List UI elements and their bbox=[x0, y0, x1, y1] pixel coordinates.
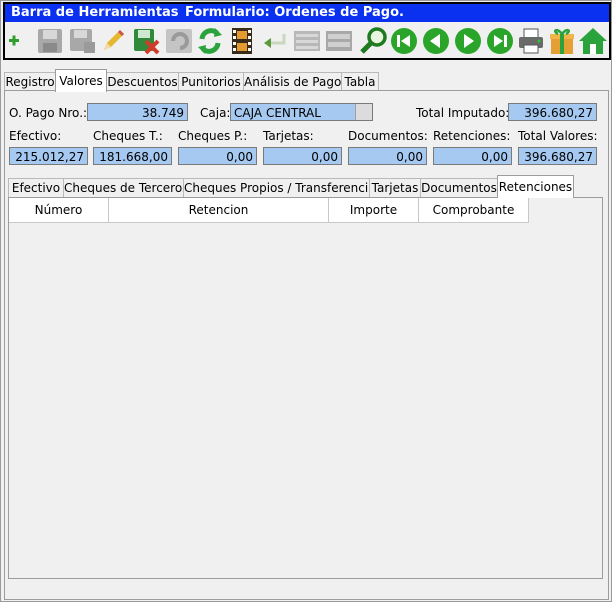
toolbar-title-bar: Barra de Herramientas Formulario: Ordene… bbox=[5, 4, 609, 22]
column-header-numero[interactable]: Número bbox=[9, 198, 109, 223]
return-icon[interactable] bbox=[260, 26, 290, 56]
total-imputado-label: Total Imputado: bbox=[416, 106, 510, 120]
toolbar-window: Barra de Herramientas Formulario: Ordene… bbox=[3, 2, 611, 60]
refresh-icon[interactable] bbox=[195, 26, 225, 56]
add-icon[interactable] bbox=[0, 26, 29, 56]
opago-label: O. Pago Nro.: bbox=[9, 106, 88, 120]
opago-field[interactable]: 38.749 bbox=[87, 103, 188, 121]
subtab-tarjetas[interactable]: Tarjetas bbox=[369, 178, 421, 197]
edit-icon[interactable] bbox=[98, 26, 128, 56]
form-title: Formulario: Ordenes de Pago. bbox=[185, 5, 404, 20]
form-window: Barra de Herramientas Formulario: Ordene… bbox=[0, 0, 612, 602]
total-valores-label: Total Valores: bbox=[518, 129, 598, 143]
subtab-cheques-de-terceros[interactable]: Cheques de Terceros bbox=[63, 178, 188, 197]
tab-analisis-de-pago[interactable]: Análisis de Pago bbox=[243, 72, 342, 91]
caja-select[interactable]: CAJA CENTRAL bbox=[230, 103, 373, 121]
cheques-t-label: Cheques T.: bbox=[93, 129, 163, 143]
home-icon[interactable] bbox=[578, 26, 608, 56]
column-header-retencion[interactable]: Retencion bbox=[109, 198, 329, 223]
column-header-comprobante[interactable]: Comprobante bbox=[419, 198, 529, 223]
tab-tabla[interactable]: Tabla bbox=[341, 72, 379, 91]
column-header-importe[interactable]: Importe bbox=[329, 198, 419, 223]
next-icon[interactable] bbox=[453, 26, 483, 56]
caja-value: CAJA CENTRAL bbox=[234, 106, 321, 120]
list2-icon[interactable] bbox=[324, 26, 354, 56]
toolbar-icons bbox=[5, 24, 609, 58]
undo-icon[interactable] bbox=[164, 26, 194, 56]
film-icon[interactable] bbox=[227, 26, 257, 56]
efectivo-field[interactable]: 215.012,27 bbox=[9, 147, 88, 165]
toolbar-title: Barra de Herramientas bbox=[11, 5, 179, 20]
subtab-cheques-propios[interactable]: Cheques Propios / Transferencias bbox=[183, 178, 382, 197]
save-icon[interactable] bbox=[35, 26, 65, 56]
documentos-label: Documentos: bbox=[348, 129, 428, 143]
tab-registro[interactable]: Registro bbox=[4, 72, 56, 91]
tab-punitorios[interactable]: Punitorios bbox=[178, 72, 244, 91]
subtab-efectivo[interactable]: Efectivo bbox=[8, 178, 64, 197]
tab-valores[interactable]: Valores bbox=[55, 69, 107, 92]
cheques-p-field[interactable]: 0,00 bbox=[178, 147, 257, 165]
delete-icon[interactable] bbox=[131, 26, 161, 56]
save-as-icon[interactable] bbox=[67, 26, 97, 56]
print-icon[interactable] bbox=[516, 26, 546, 56]
cheques-p-label: Cheques P.: bbox=[178, 129, 248, 143]
retenciones-field[interactable]: 0,00 bbox=[433, 147, 512, 165]
retenciones-grid[interactable]: Número Retencion Importe Comprobante bbox=[8, 197, 603, 579]
first-icon[interactable] bbox=[389, 26, 419, 56]
tarjetas-field[interactable]: 0,00 bbox=[263, 147, 342, 165]
prev-icon[interactable] bbox=[421, 26, 451, 56]
total-valores-field[interactable]: 396.680,27 bbox=[518, 147, 597, 165]
tab-descuentos[interactable]: Descuentos bbox=[106, 72, 179, 91]
total-imputado-field[interactable]: 396.680,27 bbox=[508, 103, 597, 121]
retenciones-label: Retenciones: bbox=[433, 129, 511, 143]
cheques-t-field[interactable]: 181.668,00 bbox=[93, 147, 172, 165]
subtab-retenciones[interactable]: Retenciones bbox=[497, 175, 574, 198]
subtab-documentos[interactable]: Documentos bbox=[420, 178, 498, 197]
last-icon[interactable] bbox=[485, 26, 515, 56]
gift-icon[interactable] bbox=[547, 26, 577, 56]
valores-panel: O. Pago Nro.: 38.749 Caja: CAJA CENTRAL … bbox=[4, 90, 609, 600]
chevron-down-icon[interactable] bbox=[355, 104, 372, 120]
search-icon[interactable] bbox=[359, 26, 389, 56]
efectivo-label: Efectivo: bbox=[9, 129, 62, 143]
caja-label: Caja: bbox=[200, 106, 231, 120]
documentos-field[interactable]: 0,00 bbox=[348, 147, 427, 165]
tarjetas-label: Tarjetas: bbox=[263, 129, 314, 143]
list-icon[interactable] bbox=[292, 26, 322, 56]
